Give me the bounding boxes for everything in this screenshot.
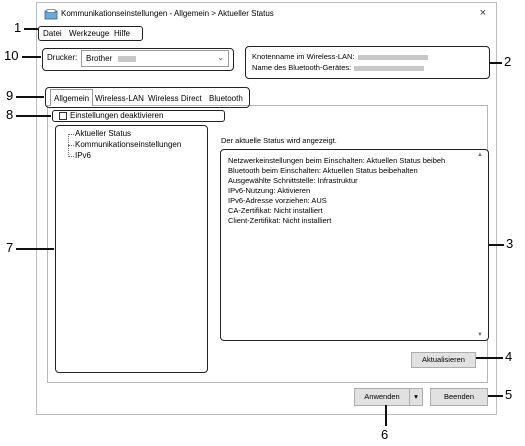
apply-dropdown-button[interactable]: ▾: [409, 388, 423, 406]
tree-item-kommunikationseinstellungen[interactable]: Kommunikationseinstellungen: [75, 140, 181, 149]
disable-settings-checkbox[interactable]: [59, 112, 67, 120]
callout-leader: [476, 357, 503, 359]
printer-label: Drucker:: [47, 53, 78, 62]
printer-value: Brother: [86, 54, 113, 63]
wlan-node-name: Knotenname im Wireless-LAN:: [252, 52, 428, 61]
callout-3: 3: [506, 236, 514, 251]
tab-bluetooth[interactable]: Bluetooth: [206, 92, 246, 106]
callout-leader: [16, 96, 44, 98]
callout-2: 2: [504, 54, 512, 69]
close-button[interactable]: Beenden: [430, 388, 488, 406]
menu-highlight: [38, 26, 143, 41]
callout-leader: [488, 395, 503, 397]
redacted-bt-name: [354, 65, 425, 71]
callout-leader: [24, 28, 38, 30]
title-bar: Kommunikationseinstellungen - Allgemein …: [37, 3, 496, 27]
status-line: IPv6-Nutzung: Aktivieren: [228, 186, 311, 195]
tree-item-ipv6[interactable]: IPv6: [75, 151, 91, 160]
chevron-down-icon: ▾: [414, 392, 418, 401]
redacted-wlan-name: [357, 54, 428, 60]
close-icon[interactable]: ×: [480, 7, 486, 19]
settings-window: Kommunikationseinstellungen - Allgemein …: [36, 2, 497, 415]
status-line: CA-Zertifikat: Nicht installiert: [228, 206, 323, 215]
callout-leader: [16, 248, 54, 250]
callout-leader: [22, 56, 41, 58]
tab-wireless-lan[interactable]: Wireless-LAN: [92, 92, 147, 106]
tree-connector: [68, 134, 74, 135]
callout-leader: [489, 62, 502, 64]
callout-6: 6: [381, 427, 389, 442]
scroll-up-icon[interactable]: ▲: [477, 152, 483, 158]
settings-tree: Aktueller Status Kommunikationseinstellu…: [55, 125, 208, 373]
printer-select[interactable]: Brother ⌄: [81, 50, 229, 67]
status-heading: Der aktuelle Status wird angezeigt.: [221, 136, 337, 145]
callout-4: 4: [505, 349, 513, 364]
status-line: Ausgewählte Schnittstelle: Infrastruktur: [228, 176, 358, 185]
status-line: Netzwerkeinstellungen beim Einschalten: …: [228, 156, 446, 165]
status-textbox[interactable]: Netzwerkeinstellungen beim Einschalten: …: [220, 149, 489, 341]
window-title: Kommunikationseinstellungen - Allgemein …: [61, 9, 274, 18]
callout-leader: [385, 405, 387, 426]
bluetooth-device-name: Name des Bluetooth-Gerätes:: [252, 63, 425, 72]
status-line: Bluetooth beim Einschalten: Aktuellen St…: [228, 166, 418, 175]
callout-5: 5: [505, 387, 513, 402]
status-line: Client-Zertifikat: Nicht installiert: [228, 216, 332, 225]
refresh-button[interactable]: Aktualisieren: [411, 352, 476, 368]
callout-9: 9: [6, 88, 14, 103]
callout-1: 1: [14, 20, 22, 35]
callout-leader: [489, 244, 504, 246]
callout-10: 10: [4, 48, 19, 63]
tree-connector: [68, 156, 74, 157]
callout-8: 8: [6, 107, 14, 122]
app-icon: [44, 9, 58, 20]
callout-leader: [16, 115, 51, 117]
apply-button[interactable]: Anwenden: [354, 388, 410, 406]
tab-wireless-direct[interactable]: Wireless Direct: [145, 92, 205, 106]
chevron-down-icon: ⌄: [217, 53, 224, 62]
status-line: IPv6-Adresse vorziehen: AUS: [228, 196, 327, 205]
callout-7: 7: [6, 240, 14, 255]
disable-settings-label: Einstellungen deaktivieren: [70, 111, 164, 120]
tree-connector: [68, 145, 74, 146]
node-name-panel: Knotenname im Wireless-LAN: Name des Blu…: [245, 46, 490, 79]
redacted-model: [118, 56, 136, 62]
tab-allgemein[interactable]: Allgemein: [50, 89, 94, 106]
scroll-down-icon[interactable]: ▼: [477, 332, 483, 338]
tree-item-aktueller-status[interactable]: Aktueller Status: [75, 129, 131, 138]
